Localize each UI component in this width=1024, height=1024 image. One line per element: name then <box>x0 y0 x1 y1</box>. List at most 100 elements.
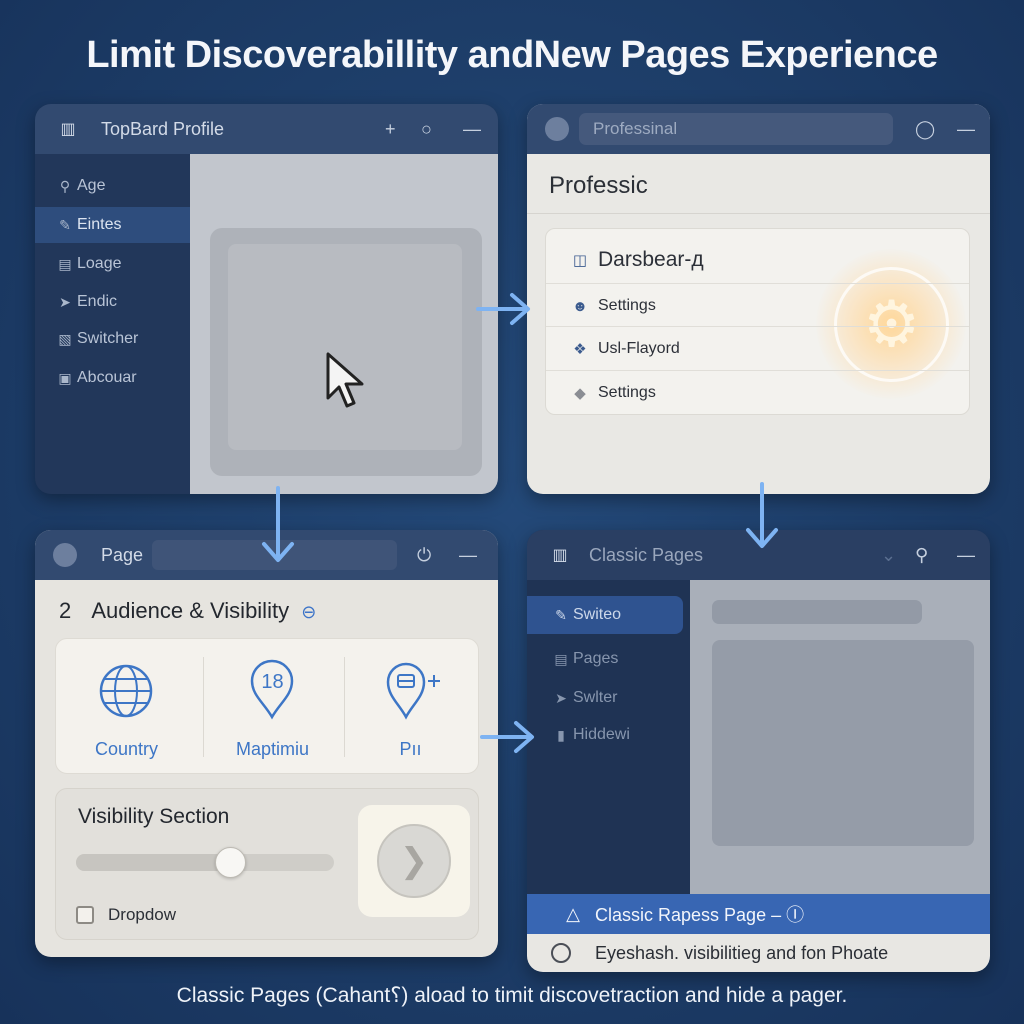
slider-fill <box>76 854 231 871</box>
next-button[interactable]: ❯ <box>377 824 451 898</box>
dropdown-checkbox[interactable] <box>76 906 94 924</box>
shield-icon: ◆ <box>574 385 586 402</box>
heading-text: Audience & Visibility <box>91 598 290 623</box>
slider-thumb[interactable] <box>215 847 246 878</box>
sidebar-item-age[interactable]: ⚲ Age <box>35 168 190 204</box>
layout-row[interactable]: ❖ Usl-Flayord <box>546 330 969 368</box>
warning-icon: △ <box>566 903 580 924</box>
settings-row-2[interactable]: ◆ Settings <box>546 374 969 412</box>
option-country[interactable]: Country <box>56 639 197 775</box>
sidebar-item-hiddewi[interactable]: ▮ Hiddewi <box>527 716 683 754</box>
cursor-icon <box>326 352 364 408</box>
sidebar-item-switeo[interactable]: ✎ Switeo <box>527 596 683 634</box>
apps-icon: ❖ <box>573 341 587 358</box>
sidebar: ✎ Switeo ▤ Pages ➤ Swlter ▮ Hiddewi <box>527 580 690 894</box>
placeholder-bar <box>712 600 922 624</box>
option-location[interactable]: Pıı <box>340 639 481 775</box>
step-number: 2 <box>59 598 72 623</box>
plus-icon[interactable]: + <box>385 119 396 140</box>
plane-icon: ➤ <box>59 293 71 310</box>
arrow-down-left <box>262 486 294 562</box>
option-region[interactable]: 18 Maptimiu <box>202 639 343 775</box>
drop-area[interactable] <box>210 228 482 476</box>
content-area <box>690 580 990 894</box>
sidebar-item-eintes[interactable]: ✎ Eintes <box>35 207 190 243</box>
power-icon[interactable]: ⏻ <box>417 545 431 566</box>
profile-icon: ▥ <box>552 547 568 564</box>
globe-icon <box>99 664 153 718</box>
option-label: Pıı <box>399 739 422 759</box>
placeholder-box <box>712 640 974 846</box>
sidebar-item-label: Endic <box>77 293 118 310</box>
drop-area-inner <box>228 244 462 450</box>
circle-icon <box>545 117 569 141</box>
minimize-icon[interactable]: — <box>459 545 477 566</box>
sidebar-item-label: Switeo <box>573 606 622 623</box>
sidebar-item-endic[interactable]: ➤ Endic <box>35 284 190 320</box>
titlebar: ▥ TopBard Profile + ○ — <box>35 104 498 154</box>
window-title: Classic Pages <box>589 544 704 565</box>
radio-icon[interactable] <box>551 943 571 963</box>
section-heading: 2 Audience & Visibility ⊖ <box>59 598 316 624</box>
dashboard-row[interactable]: ◫ Darsbear-д <box>546 239 969 281</box>
page-icon: ▤ <box>58 255 72 272</box>
titlebar: Professinal ◯ — <box>527 104 990 154</box>
window-title: Page <box>101 544 144 565</box>
row-label: Settings <box>598 384 656 401</box>
window-title: TopBard Profile <box>101 118 225 139</box>
edit-icon: ✎ <box>59 216 71 233</box>
sidebar-item-label: Age <box>77 177 106 194</box>
info-icon: ▣ <box>58 369 72 386</box>
sidebar-item-label: Swlter <box>573 689 618 706</box>
users-icon: ☻ <box>572 297 588 315</box>
section-heading: Professic <box>549 172 648 199</box>
audience-panel: Page ⏻ — 2 Audience & Visibility ⊖ Count… <box>35 530 498 957</box>
audience-options: Country 18 Maptimiu Pıı <box>55 638 479 774</box>
checkbox-label: Dropdow <box>108 905 177 924</box>
classic-pages-panel: ▥ Classic Pages ⌄ ⚲ — ✎ Switeo ▤ Pages ➤ Sw… <box>527 530 990 972</box>
sidebar-item-switcher[interactable]: ▧ Switcher <box>35 321 190 357</box>
card-title: Darsbear-д <box>598 248 704 271</box>
settings-row[interactable]: ☻ Settings <box>546 287 969 325</box>
minimize-icon[interactable]: — <box>957 119 975 140</box>
plane-icon: ➤ <box>555 689 567 706</box>
row-label: Settings <box>598 297 656 314</box>
visibility-row[interactable]: Eyeshash. visibilitieg and fon Phoate <box>527 934 990 972</box>
divider <box>546 370 969 371</box>
search-icon[interactable]: ⚲ <box>915 545 928 566</box>
sidebar-item-swlter[interactable]: ➤ Swlter <box>527 679 683 717</box>
sidebar-item-pages[interactable]: ▤ Pages <box>527 640 683 678</box>
arrow-down-right <box>746 482 778 548</box>
sidebar-item-label: Loage <box>77 255 122 272</box>
chat-icon[interactable]: ◯ <box>915 119 935 140</box>
divider <box>546 283 969 284</box>
row-label: Classic Rapess Page – Ⓘ <box>595 905 805 925</box>
minimize-icon[interactable]: — <box>463 119 481 140</box>
sidebar-item-label: Eintes <box>77 216 122 233</box>
sidebar-item-label: Pages <box>573 650 619 667</box>
next-button-wrapper: ❯ <box>358 805 470 917</box>
visibility-slider[interactable] <box>76 847 334 878</box>
settings-card: ⚙ ◫ Darsbear-д ☻ Settings ❖ Usl-Flayord ◆ Se… <box>545 228 970 415</box>
arrow-right-bottom <box>480 721 534 753</box>
edit-icon: ✎ <box>555 606 567 623</box>
eye-icon[interactable]: ⊖ <box>301 602 316 622</box>
pin-badge: 18 <box>261 671 284 693</box>
sidebar-item-label: Switcher <box>77 330 139 347</box>
visibility-section: Visibility Section Dropdow ❯ <box>55 788 479 940</box>
page-icon: ▤ <box>554 650 568 667</box>
sidebar-item-loage[interactable]: ▤ Loage <box>35 246 190 282</box>
sidebar-item-label: Hiddewi <box>573 726 630 743</box>
chevron-right-icon: ❯ <box>399 842 429 880</box>
search-input[interactable]: Professinal <box>579 113 893 145</box>
bell-icon[interactable]: ○ <box>421 119 432 140</box>
search-icon: ⚲ <box>59 177 71 194</box>
row-label: Eyeshash. visibilitieg and fon Phoate <box>595 942 889 963</box>
divider <box>546 326 969 327</box>
minimize-icon[interactable]: — <box>957 545 975 566</box>
sidebar-item-abcouar[interactable]: ▣ Abcouar <box>35 360 190 396</box>
sidebar-item-label: Abcouar <box>77 369 137 386</box>
chevron-down-icon[interactable]: ⌄ <box>881 545 896 566</box>
classic-page-row[interactable]: △ Classic Rapess Page – Ⓘ <box>527 894 990 934</box>
professional-panel: Professinal ◯ — Professic ⚙ ◫ Darsbear-д … <box>527 104 990 494</box>
